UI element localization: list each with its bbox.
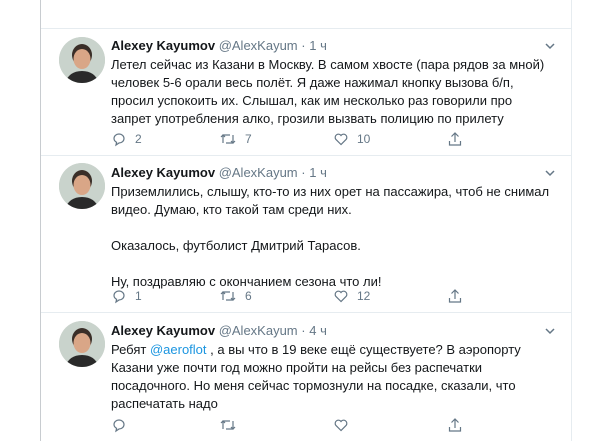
reply-count: 1	[135, 289, 142, 303]
chevron-down-icon[interactable]	[543, 324, 557, 338]
header-separator: ·	[301, 323, 306, 338]
tweet-paragraph: Летел сейчас из Казани в Москву. В самом…	[111, 57, 545, 126]
tweet-time[interactable]: 4 ч	[309, 323, 327, 338]
retweet-button[interactable]: 7	[219, 131, 252, 147]
tweet-actions	[111, 417, 511, 433]
like-count: 12	[357, 289, 371, 303]
heart-icon	[333, 288, 349, 304]
like-count: 10	[357, 132, 371, 146]
retweet-count: 7	[245, 132, 252, 146]
reply-button[interactable]	[111, 417, 127, 433]
chevron-down-icon[interactable]	[543, 39, 557, 53]
author-handle[interactable]: @AlexKayum	[219, 38, 298, 53]
tweet[interactable]: Alexey Kayumov @AlexKayum · 1 ч Приземли…	[41, 155, 571, 313]
reply-icon	[111, 288, 127, 304]
share-icon	[447, 131, 463, 147]
reply-button[interactable]: 2	[111, 131, 142, 147]
share-icon	[447, 288, 463, 304]
share-button[interactable]	[447, 131, 463, 147]
tweet-header: Alexey Kayumov @AlexKayum · 1 ч	[111, 164, 327, 182]
tweet-actions: 2 7 10	[111, 131, 511, 147]
reply-icon	[111, 131, 127, 147]
tweet-header: Alexey Kayumov @AlexKayum · 4 ч	[111, 322, 327, 340]
author-name[interactable]: Alexey Kayumov	[111, 323, 215, 338]
retweet-button[interactable]	[219, 417, 237, 433]
share-icon	[447, 417, 463, 433]
retweet-icon	[219, 417, 237, 433]
heart-icon	[333, 417, 349, 433]
tweet-text: Летел сейчас из Казани в Москву. В самом…	[111, 56, 551, 128]
share-button[interactable]	[447, 288, 463, 304]
reply-icon	[111, 417, 127, 433]
tweet-paragraph: Оказалось, футболист Дмитрий Тарасов.	[111, 238, 361, 253]
retweet-icon	[219, 288, 237, 304]
like-button[interactable]	[333, 417, 349, 433]
retweet-icon	[219, 131, 237, 147]
tweet-paragraph: Приземлились, слышу, кто-то из них орет …	[111, 184, 550, 217]
tweet-feed: Alexey Kayumov @AlexKayum · 1 ч Летел се…	[40, 0, 572, 441]
author-handle[interactable]: @AlexKayum	[219, 323, 298, 338]
like-button[interactable]: 12	[333, 288, 370, 304]
header-separator: ·	[301, 165, 306, 180]
header-separator: ·	[301, 38, 306, 53]
author-name[interactable]: Alexey Kayumov	[111, 38, 215, 53]
tweet-actions: 1 6 12	[111, 288, 511, 304]
heart-icon	[333, 131, 349, 147]
tweet-header: Alexey Kayumov @AlexKayum · 1 ч	[111, 37, 327, 55]
retweet-button[interactable]: 6	[219, 288, 252, 304]
chevron-down-icon[interactable]	[543, 166, 557, 180]
avatar[interactable]	[59, 37, 105, 83]
tweet-text: Ребят @aeroflot , а вы что в 19 веке ещё…	[111, 341, 551, 413]
reply-count: 2	[135, 132, 142, 146]
tweet[interactable]: Alexey Kayumov @AlexKayum · 4 ч Ребят @a…	[41, 313, 571, 441]
tweet-text-start: Ребят	[111, 342, 150, 357]
share-button[interactable]	[447, 417, 463, 433]
tweet[interactable]: Alexey Kayumov @AlexKayum · 1 ч Летел се…	[41, 28, 571, 156]
tweet-paragraph: Ребят @aeroflot , а вы что в 19 веке ещё…	[111, 341, 551, 413]
tweet-text: Приземлились, слышу, кто-то из них орет …	[111, 183, 551, 291]
retweet-count: 6	[245, 289, 252, 303]
mention-link[interactable]: @aeroflot	[150, 342, 207, 357]
avatar[interactable]	[59, 321, 105, 367]
author-handle[interactable]: @AlexKayum	[219, 165, 298, 180]
author-name[interactable]: Alexey Kayumov	[111, 165, 215, 180]
avatar[interactable]	[59, 163, 105, 209]
like-button[interactable]: 10	[333, 131, 370, 147]
reply-button[interactable]: 1	[111, 288, 142, 304]
tweet-time[interactable]: 1 ч	[309, 38, 327, 53]
tweet-time[interactable]: 1 ч	[309, 165, 327, 180]
